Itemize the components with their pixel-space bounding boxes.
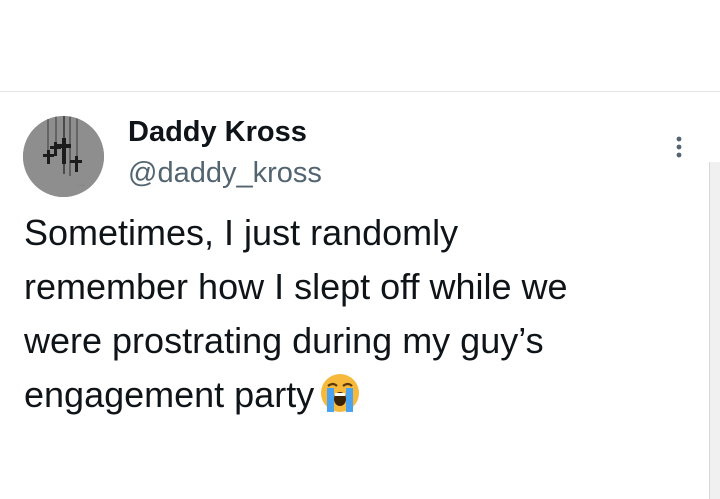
tweet-text-line: Sometimes, I just randomly — [24, 212, 459, 253]
tweet-text-line: engagement party — [24, 368, 694, 422]
crosses-avatar-icon: . . . — [23, 116, 104, 197]
user-handle[interactable]: @daddy_kross — [128, 155, 322, 191]
tweet-text-line: were prostrating during my guy’s — [24, 320, 544, 361]
tweet-text: Sometimes, I just randomly remember how … — [24, 206, 694, 422]
tweet-text-line-content: engagement party — [24, 374, 315, 415]
loudly-crying-face-icon — [318, 372, 362, 414]
scrollbar[interactable] — [709, 162, 720, 499]
header-area — [0, 0, 720, 91]
more-vertical-icon[interactable] — [668, 132, 690, 166]
svg-text:. . .: . . . — [78, 182, 84, 187]
tweet[interactable]: . . . Daddy Kross @daddy_kross Sometimes… — [0, 92, 720, 499]
display-name[interactable]: Daddy Kross — [128, 114, 307, 150]
avatar[interactable]: . . . — [23, 116, 104, 197]
tweet-text-line: remember how I slept off while we — [24, 266, 568, 307]
